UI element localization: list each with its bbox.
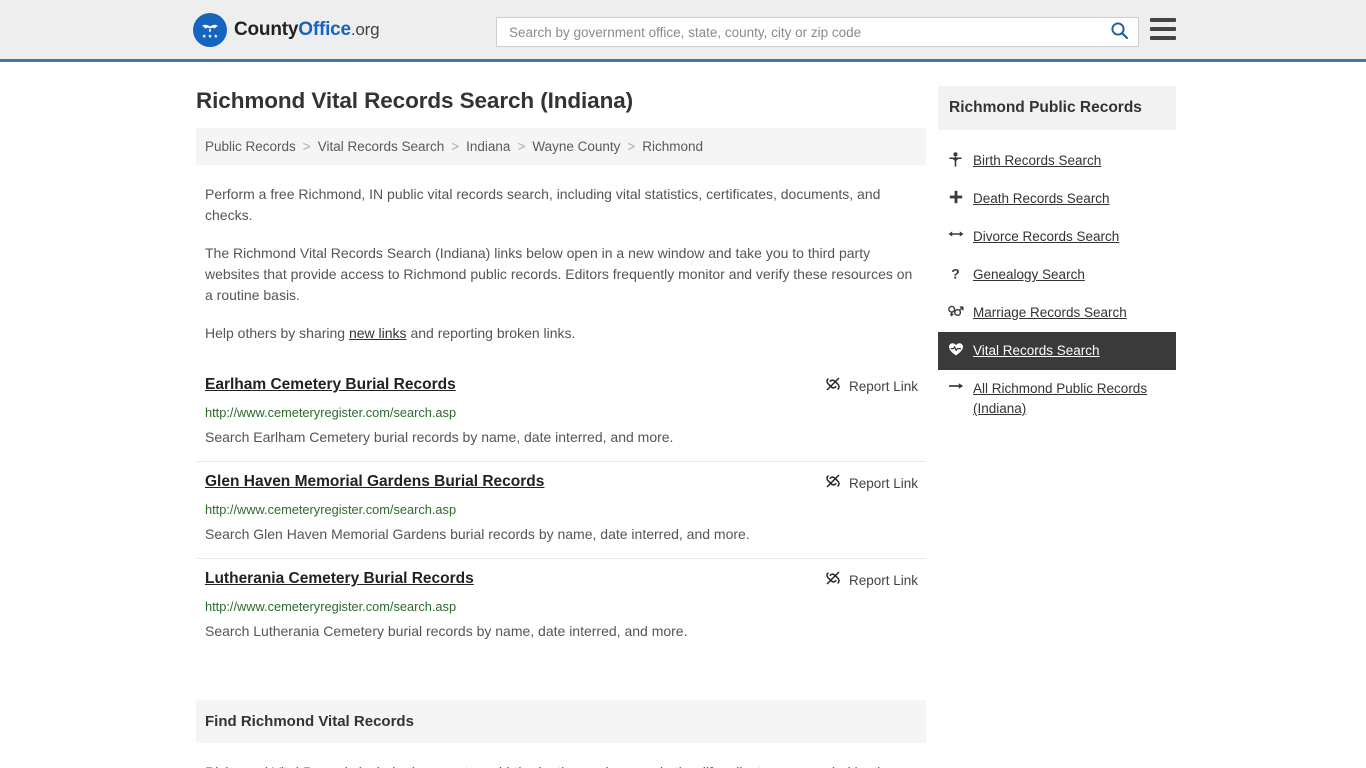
- result-url[interactable]: http://www.cemeteryregister.com/search.a…: [205, 405, 924, 420]
- left-right-arrow-icon: [947, 228, 964, 240]
- sidebar: Richmond Public Records Birth Records Se…: [938, 62, 1176, 428]
- hamburger-bar: [1150, 36, 1176, 40]
- content-container: Richmond Vital Records Search (Indiana) …: [188, 62, 1178, 768]
- report-link-button[interactable]: Report Link: [825, 376, 924, 397]
- hamburger-bar: [1150, 27, 1176, 31]
- results-list: Earlham Cemetery Burial Records Report L…: [196, 365, 926, 655]
- find-records-paragraph: Richmond Vital Records include documents…: [196, 762, 926, 768]
- result-title-link[interactable]: Lutherania Cemetery Burial Records: [205, 569, 474, 589]
- broken-link-icon: [825, 376, 841, 397]
- site-header: CountyOffice.org: [0, 0, 1366, 62]
- result-item: Glen Haven Memorial Gardens Burial Recor…: [196, 462, 926, 559]
- sidebar-item-birth-records[interactable]: Birth Records Search: [938, 142, 1176, 180]
- intro-paragraph-1: Perform a free Richmond, IN public vital…: [205, 186, 881, 223]
- sidebar-item-label: All Richmond Public Records (Indiana): [973, 381, 1148, 416]
- find-records-body: Richmond Vital Records include documents…: [196, 762, 926, 768]
- result-description: Search Earlham Cemetery burial records b…: [205, 429, 674, 445]
- search-icon: [1110, 21, 1129, 43]
- sidebar-item-label: Marriage Records Search: [973, 305, 1127, 320]
- site-logo[interactable]: CountyOffice.org: [193, 12, 380, 47]
- page-title: Richmond Vital Records Search (Indiana): [196, 88, 634, 113]
- cross-icon: [947, 190, 964, 204]
- breadcrumb-item-richmond: Richmond: [642, 139, 704, 154]
- sidebar-item-label: Divorce Records Search: [973, 229, 1120, 244]
- search-input[interactable]: [497, 18, 1100, 46]
- result-header: Earlham Cemetery Burial Records Report L…: [205, 375, 924, 397]
- sidebar-heading: Richmond Public Records: [938, 86, 1176, 130]
- result-url[interactable]: http://www.cemeteryregister.com/search.a…: [205, 599, 924, 614]
- result-header: Lutherania Cemetery Burial Records Repor…: [205, 569, 924, 591]
- sidebar-list: Birth Records Search Death Records Searc…: [938, 142, 1176, 428]
- report-link-button[interactable]: Report Link: [825, 570, 924, 591]
- logo-text-tld: .org: [350, 19, 380, 39]
- arrow-right-icon: [947, 380, 964, 392]
- sidebar-item-genealogy-search[interactable]: ? Genealogy Search: [938, 256, 1176, 294]
- result-title-link[interactable]: Glen Haven Memorial Gardens Burial Recor…: [205, 472, 544, 492]
- result-item: Earlham Cemetery Burial Records Report L…: [196, 365, 926, 462]
- result-item: Lutherania Cemetery Burial Records Repor…: [196, 559, 926, 655]
- question-mark-icon: ?: [947, 266, 964, 281]
- find-records-heading: Find Richmond Vital Records: [196, 700, 926, 743]
- sidebar-item-vital-records[interactable]: Vital Records Search: [938, 332, 1176, 370]
- logo-text-county: County: [234, 18, 299, 40]
- sidebar-item-label: Birth Records Search: [973, 153, 1102, 168]
- main-column: Richmond Vital Records Search (Indiana) …: [196, 62, 926, 768]
- breadcrumb-item-public-records[interactable]: Public Records: [205, 139, 296, 154]
- breadcrumb-separator: >: [302, 139, 311, 154]
- svg-text:?: ?: [951, 266, 960, 281]
- result-url[interactable]: http://www.cemeteryregister.com/search.a…: [205, 502, 924, 517]
- intro-text: Perform a free Richmond, IN public vital…: [196, 184, 926, 344]
- gender-symbols-icon: [947, 304, 964, 318]
- page-body: Richmond Vital Records Search (Indiana) …: [0, 62, 1366, 768]
- breadcrumb-separator: >: [451, 139, 460, 154]
- sidebar-item-marriage-records[interactable]: Marriage Records Search: [938, 294, 1176, 332]
- result-description: Search Glen Haven Memorial Gardens buria…: [205, 526, 750, 542]
- broken-link-icon: [825, 473, 841, 494]
- breadcrumb-item-wayne-county[interactable]: Wayne County: [532, 139, 620, 154]
- search-button[interactable]: [1100, 18, 1138, 46]
- result-description: Search Lutherania Cemetery burial record…: [205, 623, 688, 639]
- hamburger-menu-icon[interactable]: [1150, 18, 1176, 40]
- sidebar-item-death-records[interactable]: Death Records Search: [938, 180, 1176, 218]
- breadcrumb: Public Records > Vital Records Search > …: [196, 128, 926, 165]
- share-text-before: Help others by sharing: [205, 325, 349, 341]
- baby-icon: [947, 152, 964, 167]
- eagle-seal-icon: [193, 12, 227, 47]
- result-header: Glen Haven Memorial Gardens Burial Recor…: [205, 472, 924, 494]
- sidebar-item-all-public-records[interactable]: All Richmond Public Records (Indiana): [938, 370, 1176, 428]
- search-bar[interactable]: [496, 17, 1139, 47]
- breadcrumb-separator: >: [627, 139, 636, 154]
- sidebar-item-label: Death Records Search: [973, 191, 1110, 206]
- logo-wordmark: CountyOffice.org: [234, 18, 380, 41]
- sidebar-item-divorce-records[interactable]: Divorce Records Search: [938, 218, 1176, 256]
- hamburger-bar: [1150, 18, 1176, 22]
- intro-paragraph-3: Help others by sharing new links and rep…: [196, 323, 926, 344]
- new-links-link[interactable]: new links: [349, 325, 407, 341]
- report-link-label: Report Link: [848, 379, 918, 394]
- broken-link-icon: [825, 570, 841, 591]
- report-link-label: Report Link: [848, 573, 918, 588]
- breadcrumb-item-vital-records-search[interactable]: Vital Records Search: [318, 139, 445, 154]
- share-text-after: and reporting broken links.: [406, 325, 576, 341]
- logo-text-office: Office: [298, 18, 351, 40]
- breadcrumb-item-indiana[interactable]: Indiana: [466, 139, 510, 154]
- intro-paragraph-2: The Richmond Vital Records Search (India…: [205, 245, 913, 303]
- sidebar-item-label: Vital Records Search: [973, 343, 1100, 358]
- breadcrumb-separator: >: [517, 139, 526, 154]
- report-link-label: Report Link: [848, 476, 918, 491]
- result-title-link[interactable]: Earlham Cemetery Burial Records: [205, 375, 456, 395]
- heart-pulse-icon: [947, 342, 964, 357]
- report-link-button[interactable]: Report Link: [825, 473, 924, 494]
- sidebar-item-label: Genealogy Search: [973, 267, 1085, 282]
